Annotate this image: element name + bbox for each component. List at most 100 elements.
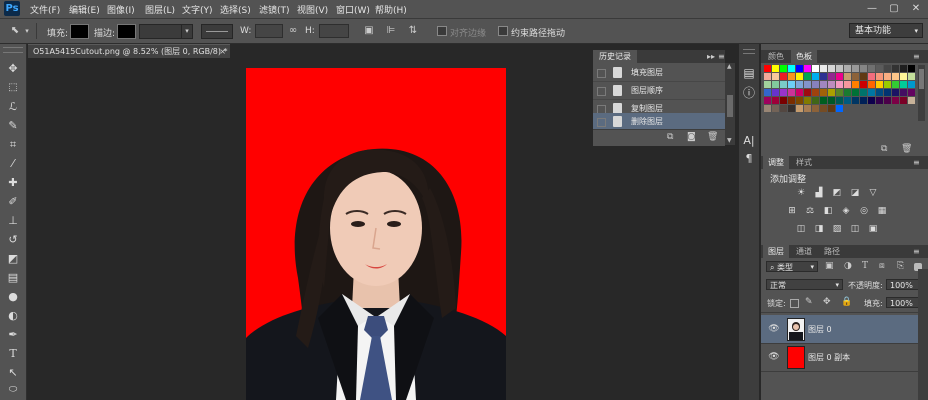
selective-color-icon[interactable]: ▣	[868, 225, 878, 234]
color-swatch[interactable]	[892, 97, 899, 104]
color-swatch[interactable]	[820, 89, 827, 96]
history-item[interactable]: 图层顺序	[593, 82, 725, 100]
color-swatch[interactable]	[876, 65, 883, 72]
color-swatch[interactable]	[820, 81, 827, 88]
color-swatch[interactable]	[820, 65, 827, 72]
color-swatch[interactable]	[780, 81, 787, 88]
layers-scrollbar[interactable]	[918, 269, 928, 400]
filter-type-icon[interactable]: T	[862, 261, 868, 271]
color-swatch[interactable]	[796, 89, 803, 96]
width-input[interactable]	[255, 24, 283, 38]
channel-mixer-icon[interactable]: ◎	[859, 207, 869, 216]
quick-select-tool-icon[interactable]: ✎	[5, 118, 21, 134]
filter-shape-icon[interactable]: ⧈	[879, 261, 885, 271]
color-swatch[interactable]	[772, 73, 779, 80]
color-swatch[interactable]	[788, 97, 795, 104]
lock-all-icon[interactable]: 🔒	[841, 297, 852, 307]
path-operations-icon[interactable]: ▣	[362, 24, 376, 38]
menu-window[interactable]: 窗口(W)	[336, 3, 370, 16]
character-panel-icon[interactable]: A|	[742, 134, 756, 148]
new-swatch-icon[interactable]: ⧉	[881, 144, 887, 154]
tab-history[interactable]: 历史记录	[593, 50, 637, 63]
color-swatch[interactable]	[780, 65, 787, 72]
vibrance-icon[interactable]: ▽	[868, 189, 878, 198]
history-brush-tool-icon[interactable]: ↺	[5, 232, 21, 248]
color-swatch[interactable]	[804, 65, 811, 72]
color-swatch[interactable]	[764, 65, 771, 72]
paragraph-panel-icon[interactable]: ¶	[742, 152, 756, 166]
color-swatch[interactable]	[868, 89, 875, 96]
history-item[interactable]: 填充图层	[593, 64, 725, 82]
filter-adjustment-icon[interactable]: ◑	[844, 261, 852, 271]
color-swatch[interactable]	[836, 65, 843, 72]
color-swatch[interactable]	[828, 97, 835, 104]
threshold-icon[interactable]: ▨	[832, 225, 842, 234]
color-swatch[interactable]	[884, 81, 891, 88]
brush-tool-icon[interactable]: ✐	[5, 194, 21, 210]
color-swatch[interactable]	[764, 105, 771, 112]
color-swatch[interactable]	[812, 105, 819, 112]
panel-menu-icon[interactable]: ≡	[913, 245, 920, 258]
color-swatch[interactable]	[900, 73, 907, 80]
history-panel-icon[interactable]: ▤	[742, 66, 756, 80]
color-balance-icon[interactable]: ⚖	[805, 207, 815, 216]
color-swatch[interactable]	[892, 81, 899, 88]
color-swatch[interactable]	[868, 65, 875, 72]
scroll-down-icon[interactable]: ▼	[727, 137, 732, 144]
eye-visibility-icon[interactable]: 👁	[768, 324, 780, 334]
tab-color[interactable]: 颜色	[763, 50, 789, 63]
tab-paths[interactable]: 路径	[819, 245, 845, 258]
color-swatch[interactable]	[836, 73, 843, 80]
black-white-icon[interactable]: ◧	[823, 207, 833, 216]
close-window-button[interactable]: ✕	[909, 2, 923, 15]
tab-channels[interactable]: 通道	[791, 245, 817, 258]
eyedropper-tool-icon[interactable]: ⁄	[5, 156, 21, 172]
tab-layers[interactable]: 图层	[763, 245, 789, 258]
color-swatch[interactable]	[772, 65, 779, 72]
scroll-thumb[interactable]	[919, 69, 924, 89]
color-swatch[interactable]	[788, 81, 795, 88]
color-swatch[interactable]	[772, 97, 779, 104]
invert-icon[interactable]: ◫	[796, 225, 806, 234]
swatch-grid[interactable]	[764, 65, 916, 121]
fill-input[interactable]: 100%	[886, 297, 919, 308]
height-input[interactable]	[319, 24, 349, 38]
color-swatch[interactable]	[788, 105, 795, 112]
color-swatch[interactable]	[804, 73, 811, 80]
color-swatch[interactable]	[860, 73, 867, 80]
color-swatch[interactable]	[788, 73, 795, 80]
panel-menu-icon[interactable]: ≡	[913, 156, 920, 169]
color-swatch[interactable]	[780, 97, 787, 104]
color-swatch[interactable]	[804, 105, 811, 112]
color-swatch[interactable]	[836, 81, 843, 88]
tool-preset-chevron-icon[interactable]: ▾	[20, 24, 34, 38]
color-swatch[interactable]	[860, 89, 867, 96]
menu-filter[interactable]: 滤镜(T)	[259, 3, 290, 16]
dock-grip[interactable]	[743, 49, 755, 54]
lock-transparent-icon[interactable]	[790, 299, 799, 308]
gradient-tool-icon[interactable]: ▤	[5, 270, 21, 286]
color-swatch[interactable]	[900, 89, 907, 96]
color-swatch[interactable]	[860, 65, 867, 72]
maximize-button[interactable]: ▢	[887, 2, 901, 15]
color-swatch[interactable]	[836, 105, 843, 112]
color-swatch[interactable]	[852, 89, 859, 96]
color-swatch[interactable]	[844, 89, 851, 96]
lock-pixels-icon[interactable]: ✎	[805, 297, 813, 307]
photo-filter-icon[interactable]: ◈	[841, 207, 851, 216]
color-swatch[interactable]	[892, 89, 899, 96]
panel-collapse-icon[interactable]: ▸▸	[707, 50, 715, 63]
color-swatch[interactable]	[780, 89, 787, 96]
color-swatch[interactable]	[812, 81, 819, 88]
delete-swatch-icon[interactable]: 🗑	[901, 144, 912, 154]
path-arrangement-icon[interactable]: ⇅	[406, 24, 420, 38]
tab-styles[interactable]: 样式	[791, 156, 817, 169]
color-swatch[interactable]	[884, 89, 891, 96]
levels-icon[interactable]: ▟	[814, 189, 824, 198]
color-swatch[interactable]	[812, 73, 819, 80]
layer-row-selected[interactable]: 👁 图层 0	[761, 315, 918, 344]
color-swatch[interactable]	[764, 89, 771, 96]
color-swatch[interactable]	[876, 73, 883, 80]
color-swatch[interactable]	[828, 89, 835, 96]
color-swatch[interactable]	[780, 105, 787, 112]
